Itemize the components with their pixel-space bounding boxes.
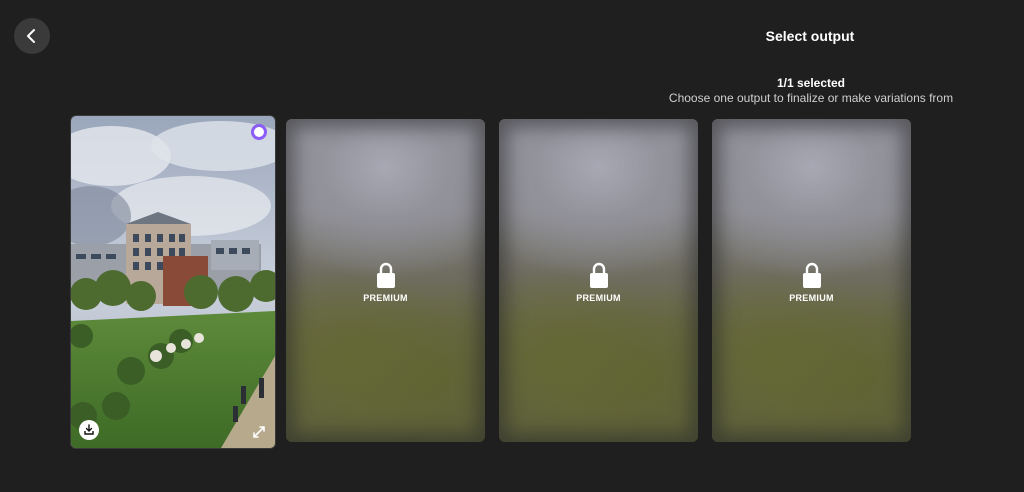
download-button[interactable] [79, 420, 99, 440]
download-icon [84, 424, 94, 435]
premium-label: PREMIUM [789, 293, 834, 303]
output-image [71, 116, 275, 448]
lock-icon [802, 262, 821, 288]
page-title: Select output [765, 28, 855, 44]
premium-label: PREMIUM [363, 293, 408, 303]
selected-count: 1/1 selected [776, 76, 846, 90]
radio-selected-icon[interactable] [251, 124, 267, 140]
lock-icon [376, 262, 395, 288]
output-card-3[interactable]: PREMIUM [499, 119, 698, 442]
page-subtitle: Choose one output to finalize or make va… [668, 91, 954, 105]
lock-icon [589, 262, 608, 288]
back-button[interactable] [14, 18, 50, 54]
output-card-4[interactable]: PREMIUM [712, 119, 911, 442]
output-card-1[interactable] [70, 115, 276, 449]
chevron-left-icon [27, 29, 35, 43]
expand-icon[interactable] [251, 424, 267, 440]
output-card-2[interactable]: PREMIUM [286, 119, 485, 442]
premium-label: PREMIUM [576, 293, 621, 303]
